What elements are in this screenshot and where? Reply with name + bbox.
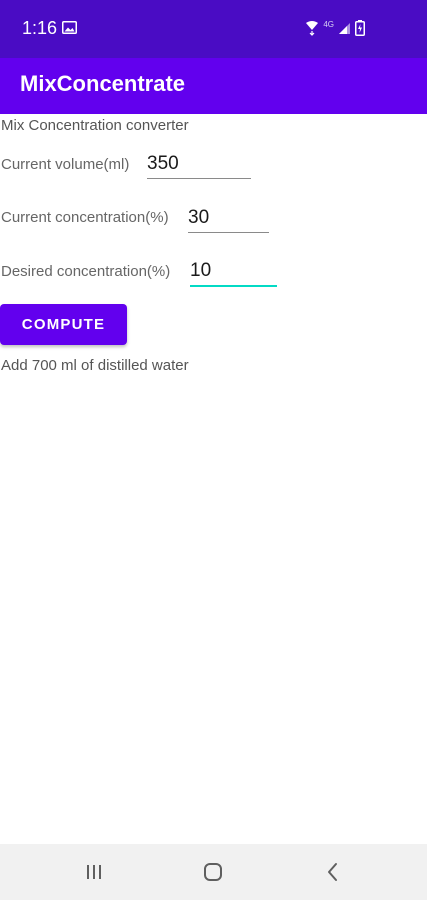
battery-icon <box>355 20 365 36</box>
desired-concentration-label: Desired concentration(%) <box>1 263 171 280</box>
status-time: 1:16 <box>22 18 58 38</box>
result-text: Add 700 ml of distilled water <box>1 357 189 374</box>
current-volume-label: Current volume(ml) <box>1 156 130 173</box>
screen-subtitle: Mix Concentration converter <box>1 117 189 134</box>
recent-apps-icon <box>87 865 101 879</box>
phone-screen: 1:16 4G MixConcentrate Mix Concentration… <box>0 0 427 900</box>
current-volume-input[interactable] <box>147 149 251 179</box>
app-title: MixConcentrate <box>20 71 186 96</box>
wifi-icon <box>306 21 319 36</box>
compute-button[interactable]: COMPUTE <box>0 304 127 345</box>
current-concentration-label: Current concentration(%) <box>1 209 169 226</box>
gallery-icon <box>62 21 77 34</box>
desired-concentration-input[interactable] <box>190 257 277 287</box>
app-bar: MixConcentrate <box>0 58 427 114</box>
signal-icon <box>339 22 350 34</box>
recent-apps-button[interactable] <box>80 858 108 886</box>
home-button[interactable] <box>199 858 227 886</box>
status-bar: 1:16 4G <box>0 0 427 58</box>
status-icons: 4G <box>305 19 365 37</box>
current-concentration-input[interactable] <box>188 203 269 233</box>
back-icon <box>328 863 337 881</box>
navigation-bar <box>0 844 427 900</box>
home-icon <box>204 863 222 881</box>
back-button[interactable] <box>319 858 347 886</box>
network-type-label: 4G <box>323 20 334 29</box>
